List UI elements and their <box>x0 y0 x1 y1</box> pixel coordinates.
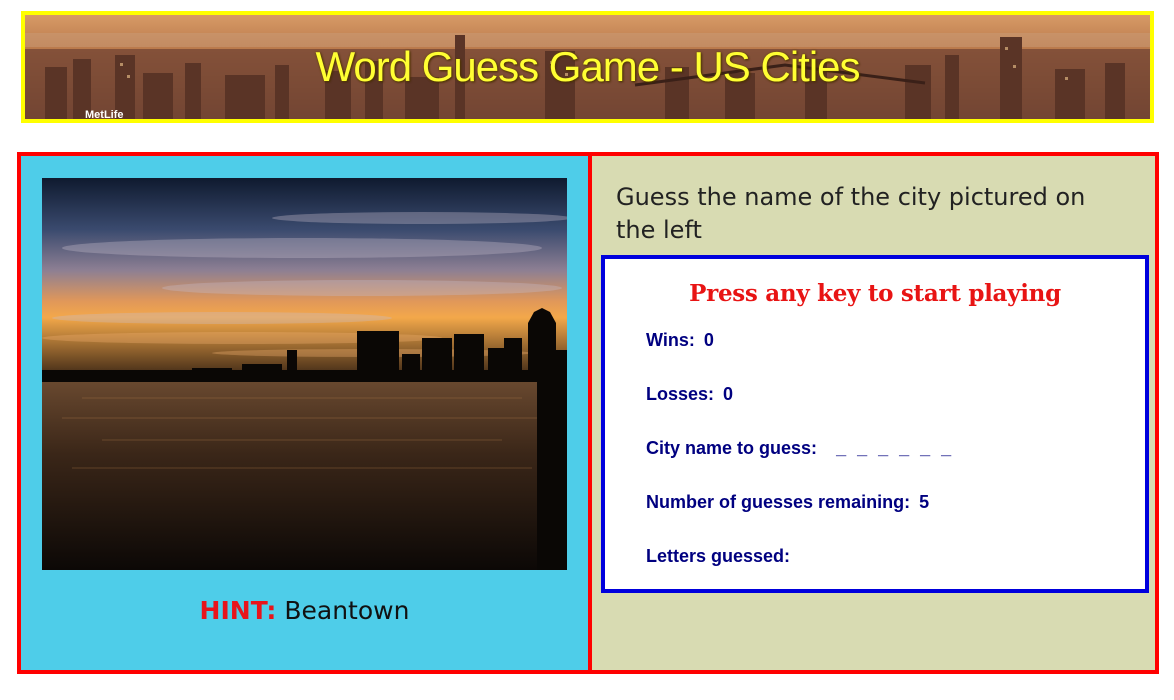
remaining-label: Number of guesses remaining: <box>646 492 911 512</box>
page-title: Word Guess Game - US Cities <box>315 43 860 90</box>
hint-label: HINT: <box>199 596 277 625</box>
boston-sunset-skyline-photo <box>42 178 567 570</box>
game-status-box: Press any key to start playing Wins: 0 L… <box>601 255 1149 593</box>
game-container: HINT: Beantown Guess the name of the cit… <box>17 152 1159 674</box>
losses-label: Losses: <box>646 384 715 404</box>
hint-value: Beantown <box>284 596 410 625</box>
remaining-stat: Number of guesses remaining: 5 <box>646 492 929 513</box>
game-panel: Guess the name of the city pictured on t… <box>592 156 1155 670</box>
banner-sign-text: MetLife <box>85 109 124 121</box>
instruction-heading: Guess the name of the city pictured on t… <box>616 183 1086 244</box>
letters-stat: Letters guessed: <box>646 546 794 567</box>
word-stat: City name to guess: _ _ _ _ _ _ <box>646 438 954 459</box>
word-label: City name to guess: <box>646 438 818 458</box>
wins-stat: Wins: 0 <box>646 330 714 351</box>
letters-label: Letters guessed: <box>646 546 791 566</box>
wins-value: 0 <box>703 330 714 350</box>
word-blanks: _ _ _ _ _ _ <box>836 438 955 458</box>
city-image-panel: HINT: Beantown <box>21 156 592 670</box>
losses-value: 0 <box>723 384 734 404</box>
city-photo <box>42 178 567 570</box>
hint-text: HINT: Beantown <box>21 596 588 625</box>
wins-label: Wins: <box>646 330 695 350</box>
start-prompt: Press any key to start playing <box>689 280 1061 307</box>
remaining-value: 5 <box>919 492 930 512</box>
losses-stat: Losses: 0 <box>646 384 733 405</box>
header-banner: Word Guess Game - US Cities MetLife <box>21 11 1154 123</box>
